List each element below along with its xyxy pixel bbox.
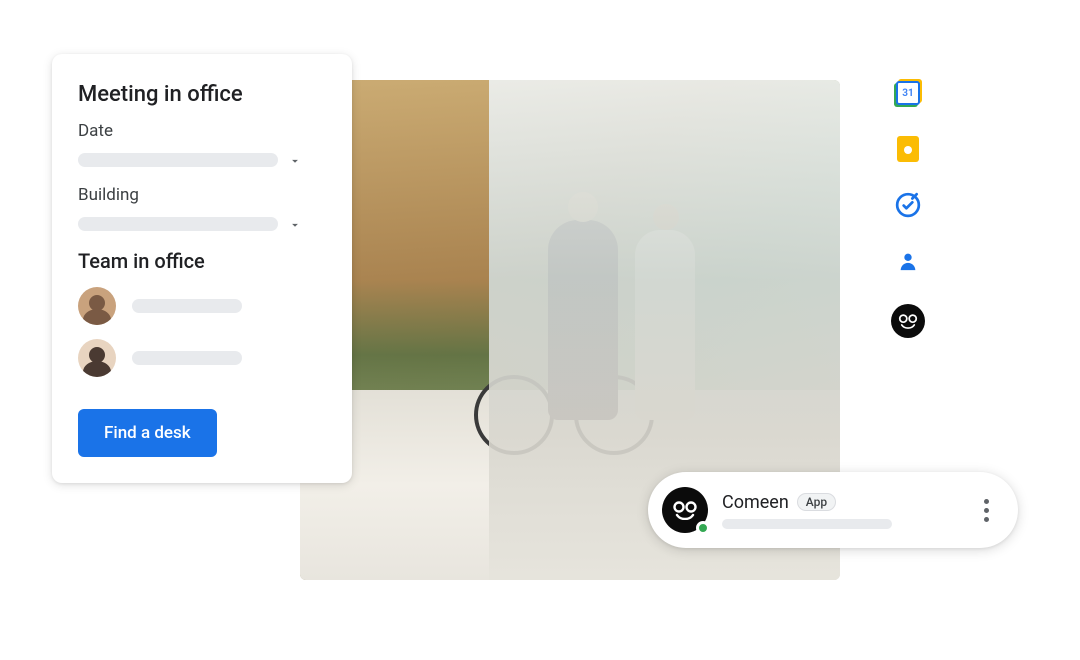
date-value-placeholder — [78, 153, 278, 167]
chat-name: Comeen — [722, 492, 789, 513]
date-select[interactable] — [78, 153, 326, 167]
comeen-icon[interactable] — [891, 304, 925, 338]
team-member-row — [78, 339, 326, 377]
date-label: Date — [78, 121, 326, 141]
team-heading: Team in office — [78, 249, 326, 273]
contacts-icon[interactable] — [895, 248, 921, 274]
avatar — [78, 287, 116, 325]
team-member-row — [78, 287, 326, 325]
building-select[interactable] — [78, 217, 326, 231]
avatar — [78, 339, 116, 377]
chevron-down-icon — [288, 217, 302, 231]
keep-icon[interactable] — [895, 136, 921, 162]
app-badge: App — [797, 493, 836, 511]
comeen-avatar — [662, 487, 708, 533]
find-desk-button[interactable]: Find a desk — [78, 409, 217, 457]
presence-dot — [696, 521, 710, 535]
chat-preview-placeholder — [722, 519, 892, 529]
chevron-down-icon — [288, 153, 302, 167]
card-title: Meeting in office — [78, 82, 326, 107]
meeting-card: Meeting in office Date Building Team in … — [52, 54, 352, 483]
tasks-icon[interactable] — [895, 192, 921, 218]
more-menu-button[interactable] — [974, 499, 998, 522]
team-name-placeholder — [132, 299, 242, 313]
chat-pill[interactable]: Comeen App — [648, 472, 1018, 548]
calendar-icon[interactable]: 31 — [895, 80, 921, 106]
building-label: Building — [78, 185, 326, 205]
side-panel: 31 — [888, 80, 928, 338]
building-value-placeholder — [78, 217, 278, 231]
team-name-placeholder — [132, 351, 242, 365]
